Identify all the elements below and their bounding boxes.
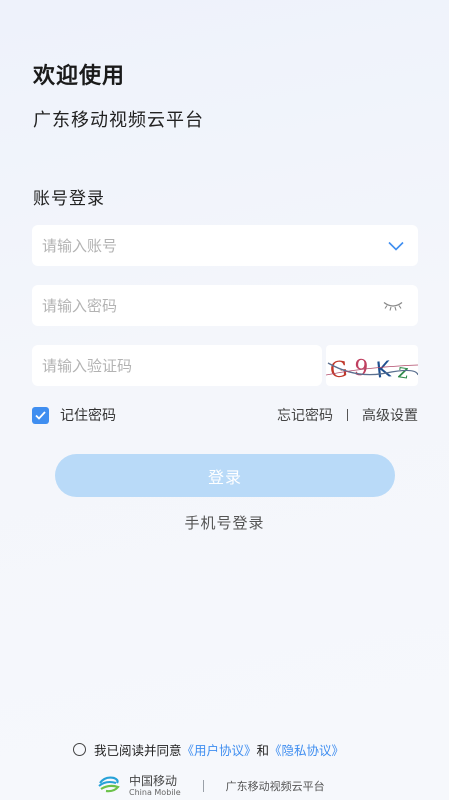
captcha-image[interactable]: G 9 K z (326, 345, 418, 386)
agreement-row: 我已阅读并同意 《用户协议》 和 《隐私协议》 (73, 740, 344, 759)
footer: 中国移动 China Mobile 广东移动视频云平台 (97, 774, 325, 798)
brand-name-cn: 中国移动 (129, 774, 178, 788)
footer-divider (202, 780, 204, 792)
advanced-settings-link[interactable]: 高级设置 (362, 405, 418, 425)
login-button[interactable]: 登录 (55, 454, 395, 497)
eye-closed-icon[interactable] (382, 296, 404, 315)
checkmark-icon (35, 410, 46, 420)
remember-label: 记住密码 (60, 408, 116, 424)
password-input[interactable] (42, 296, 342, 315)
remember-password[interactable]: 记住密码 (32, 405, 116, 425)
captcha-input[interactable] (42, 356, 322, 375)
agreement-prefix: 我已阅读并同意 (94, 743, 182, 758)
user-agreement-link[interactable]: 《用户协议》 (182, 740, 257, 759)
login-links: 忘记密码 高级设置 (277, 405, 418, 425)
remember-checkbox[interactable] (32, 406, 49, 424)
agreement-radio[interactable] (73, 743, 86, 756)
welcome-title: 欢迎使用 (33, 64, 126, 89)
account-field[interactable] (32, 225, 418, 266)
forgot-password-link[interactable]: 忘记密码 (277, 405, 333, 425)
links-divider (347, 409, 348, 421)
china-mobile-logo (97, 774, 121, 798)
chevron-down-icon[interactable] (388, 236, 404, 255)
platform-title: 广东移动视频云平台 (33, 110, 204, 131)
phone-login-link[interactable]: 手机号登录 (0, 512, 449, 533)
footer-platform-name: 广东移动视频云平台 (225, 780, 325, 793)
account-input[interactable] (42, 236, 342, 255)
privacy-agreement-link[interactable]: 《隐私协议》 (269, 740, 344, 759)
brand-name-en: China Mobile (129, 788, 181, 797)
brand-name: 中国移动 China Mobile (129, 775, 181, 797)
agreement-conjunction: 和 (256, 743, 270, 758)
captcha-field[interactable] (32, 345, 322, 386)
section-title: 账号登录 (33, 189, 105, 209)
captcha-char-3: K (375, 357, 393, 383)
password-field[interactable] (32, 285, 418, 326)
